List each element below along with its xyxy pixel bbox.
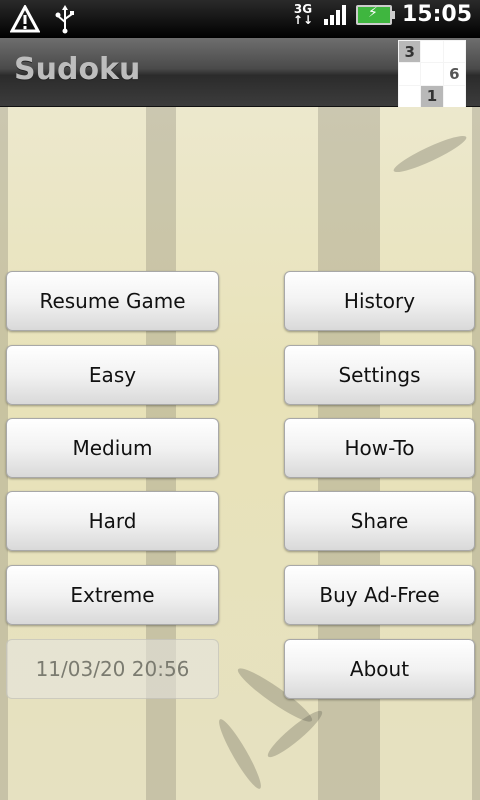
- logo-cell: [399, 85, 421, 107]
- buy-ad-free-button[interactable]: Buy Ad-Free: [284, 565, 475, 625]
- app-title: Sudoku: [14, 52, 141, 87]
- logo-cell: [443, 85, 465, 107]
- main-menu: Resume Game Easy Medium Hard Extreme 11/…: [0, 107, 480, 800]
- sudoku-logo-icon: 3 6 1: [398, 40, 466, 108]
- title-bar: Sudoku 3 6 1: [0, 38, 480, 108]
- signal-icon: [323, 4, 346, 25]
- logo-cell: 6: [443, 63, 465, 85]
- warning-icon: [9, 3, 41, 37]
- medium-button[interactable]: Medium: [6, 418, 219, 478]
- bamboo-leaf: [213, 715, 267, 793]
- logo-cell: [443, 41, 465, 63]
- how-to-button[interactable]: How-To: [284, 418, 475, 478]
- bamboo-leaf: [390, 130, 470, 178]
- share-button[interactable]: Share: [284, 491, 475, 551]
- saved-game-timestamp: 11/03/20 20:56: [6, 639, 219, 699]
- network-3g-icon: 3G ↑↓: [292, 1, 314, 27]
- extreme-button[interactable]: Extreme: [6, 565, 219, 625]
- logo-cell: [421, 63, 443, 85]
- clock: 15:05: [401, 2, 472, 27]
- status-bar: 3G ↑↓ ⚡ 15:05: [0, 0, 480, 38]
- about-button[interactable]: About: [284, 639, 475, 699]
- usb-icon: [54, 4, 76, 38]
- logo-cell: [399, 63, 421, 85]
- battery-charging-icon: ⚡: [355, 4, 395, 25]
- logo-cell: 3: [399, 41, 421, 63]
- history-button[interactable]: History: [284, 271, 475, 331]
- resume-game-button[interactable]: Resume Game: [6, 271, 219, 331]
- hard-button[interactable]: Hard: [6, 491, 219, 551]
- logo-cell: [421, 41, 443, 63]
- settings-button[interactable]: Settings: [284, 345, 475, 405]
- logo-cell: 1: [421, 85, 443, 107]
- easy-button[interactable]: Easy: [6, 345, 219, 405]
